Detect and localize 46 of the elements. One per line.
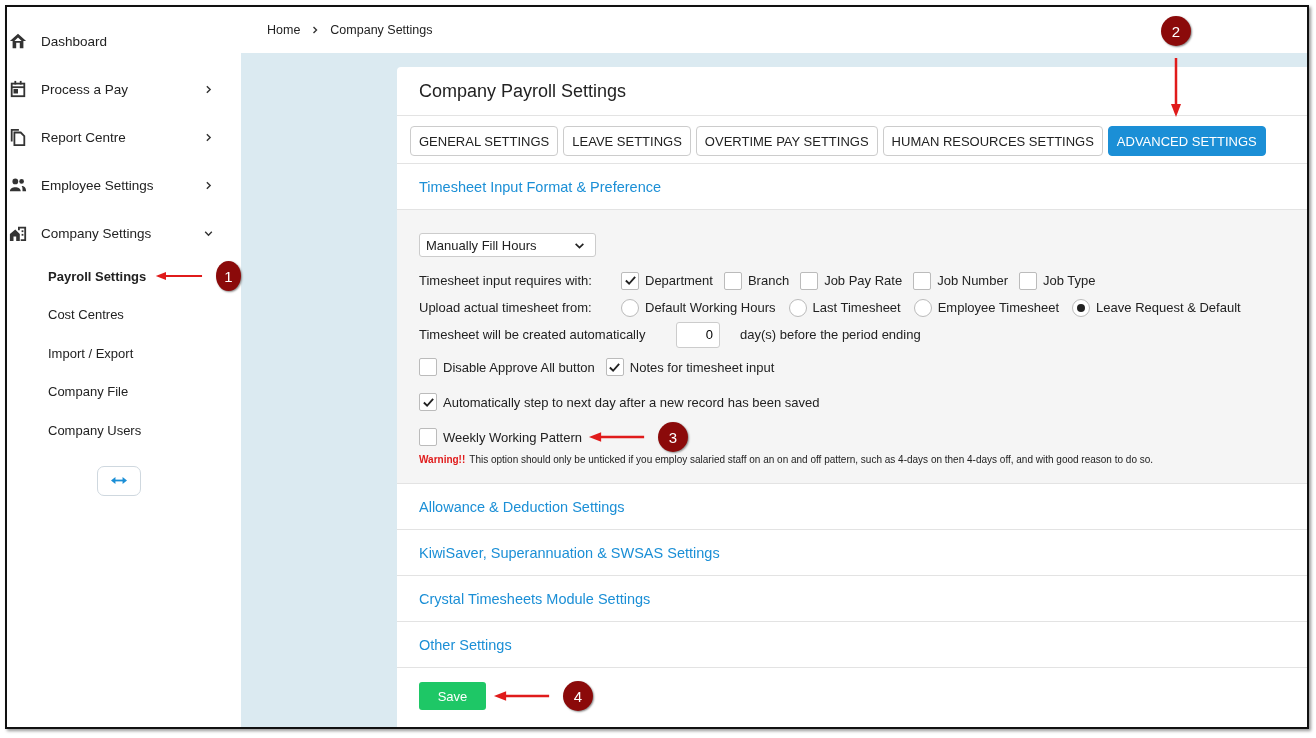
checkbox-label: Job Number <box>937 273 1008 288</box>
section-header[interactable]: Other Settings <box>397 622 1307 668</box>
step-badge: 4 <box>563 681 593 711</box>
field-label: Timesheet will be created automatically <box>419 327 647 342</box>
days-input-field[interactable]: 0 <box>676 321 720 348</box>
warning-text: This option should only be unticked if you employ salaried staff on an on and off pattern, such as 4-days on then 4-days off, and with good reason to do so. <box>469 454 1154 465</box>
radio-label: Leave Request & Default <box>1096 300 1241 315</box>
checkbox-label: Branch <box>747 273 790 288</box>
settings-tab[interactable]: ADVANCED SETTINGS <box>1107 126 1266 156</box>
format-dropdown[interactable]: Manually Fill Hours <box>419 233 596 257</box>
nav-subitem[interactable]: Payroll Settings <box>48 268 147 284</box>
checkbox-label: Job Pay Rate <box>824 273 903 288</box>
nav-subitem[interactable]: Company File <box>48 384 129 400</box>
nav-item[interactable]: Process a Pay <box>7 65 241 113</box>
checkbox-label: Job Type <box>1043 273 1096 288</box>
nav-item[interactable]: Company Settings <box>7 209 241 257</box>
step-badge: 1 <box>215 261 241 292</box>
warning-label: Warning!! <box>419 454 466 465</box>
breadcrumb-link[interactable]: Home <box>267 23 301 37</box>
breadcrumb-link[interactable]: Company Settings <box>330 23 433 37</box>
checkbox-label: Department <box>645 273 713 288</box>
section-header[interactable]: Crystal Timesheets Module Settings <box>397 576 1307 622</box>
nav-item[interactable]: Report Centre <box>7 113 241 161</box>
section-header[interactable]: Allowance & Deduction Settings <box>397 484 1307 530</box>
field-label: Upload actual timesheet from: <box>419 300 593 315</box>
section-header[interactable]: KiwiSaver, Superannuation & SWSAS Settings <box>397 530 1307 576</box>
step-badge: 3 <box>657 422 688 452</box>
checkbox-label: Automatically step to next day after a new record has been saved <box>443 394 820 410</box>
settings-tab[interactable]: OVERTIME PAY SETTINGS <box>695 126 878 156</box>
checkbox-label: Weekly Working Pattern <box>443 429 582 445</box>
checkbox-label: Disable Approve All button <box>443 359 595 375</box>
nav-item[interactable]: Employee Settings <box>7 161 241 209</box>
checkbox-label: Notes for timesheet input <box>629 359 775 375</box>
settings-tab[interactable]: LEAVE SETTINGS <box>563 126 691 156</box>
nav-item[interactable]: Dashboard <box>7 17 241 65</box>
nav-subitem[interactable]: Cost Centres <box>48 307 124 323</box>
field-label: Timesheet input requires with: <box>419 273 593 288</box>
radio-label: Last Timesheet <box>812 300 901 315</box>
nav-subitem[interactable]: Import / Export <box>48 345 134 361</box>
card-title: Company Payroll Settings <box>419 80 627 102</box>
radio-label: Default Working Hours <box>645 300 776 315</box>
settings-tab[interactable]: HUMAN RESOURCES SETTINGS <box>882 126 1103 156</box>
field-label: day(s) before the period ending <box>740 327 921 342</box>
radio-label: Employee Timesheet <box>937 300 1060 315</box>
settings-tab[interactable]: GENERAL SETTINGS <box>410 126 559 156</box>
nav-subitem[interactable]: Company Users <box>48 422 142 438</box>
